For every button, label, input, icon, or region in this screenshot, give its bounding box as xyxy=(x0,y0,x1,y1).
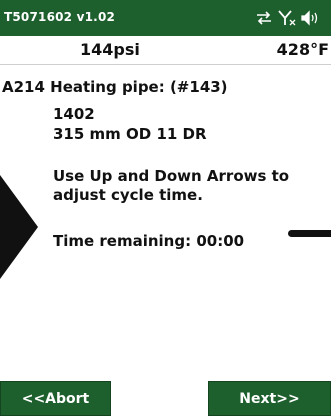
signal-off-icon xyxy=(278,10,296,26)
pressure-reading: 144psi xyxy=(80,40,140,59)
temperature-reading: 428°F xyxy=(276,40,329,59)
pointer-arrow-icon xyxy=(0,175,38,279)
pointer-line xyxy=(288,230,331,237)
pipe-id: 1402 xyxy=(53,105,95,123)
status-bar: T5071602 v1.02 xyxy=(0,0,331,36)
readings-bar: 144psi 428°F xyxy=(0,36,331,65)
sync-arrows-icon xyxy=(257,11,271,25)
speaker-icon xyxy=(301,10,318,26)
next-button[interactable]: Next>> xyxy=(208,381,331,416)
status-icons xyxy=(255,8,325,28)
device-screen: T5071602 v1.02 144psi 428°F A214 Heating… xyxy=(0,0,331,416)
time-remaining: Time remaining: 00:00 xyxy=(53,232,245,250)
job-title: A214 Heating pipe: (#143) xyxy=(2,78,228,96)
abort-button[interactable]: <<Abort xyxy=(0,381,111,416)
pipe-size: 315 mm OD 11 DR xyxy=(53,125,207,143)
main-content: A214 Heating pipe: (#143) 1402 315 mm OD… xyxy=(0,64,331,380)
bottom-bar: <<Abort Next>> xyxy=(0,380,331,416)
instruction-text: Use Up and Down Arrows to adjust cycle t… xyxy=(53,167,290,204)
firmware-version: T5071602 v1.02 xyxy=(4,10,116,24)
